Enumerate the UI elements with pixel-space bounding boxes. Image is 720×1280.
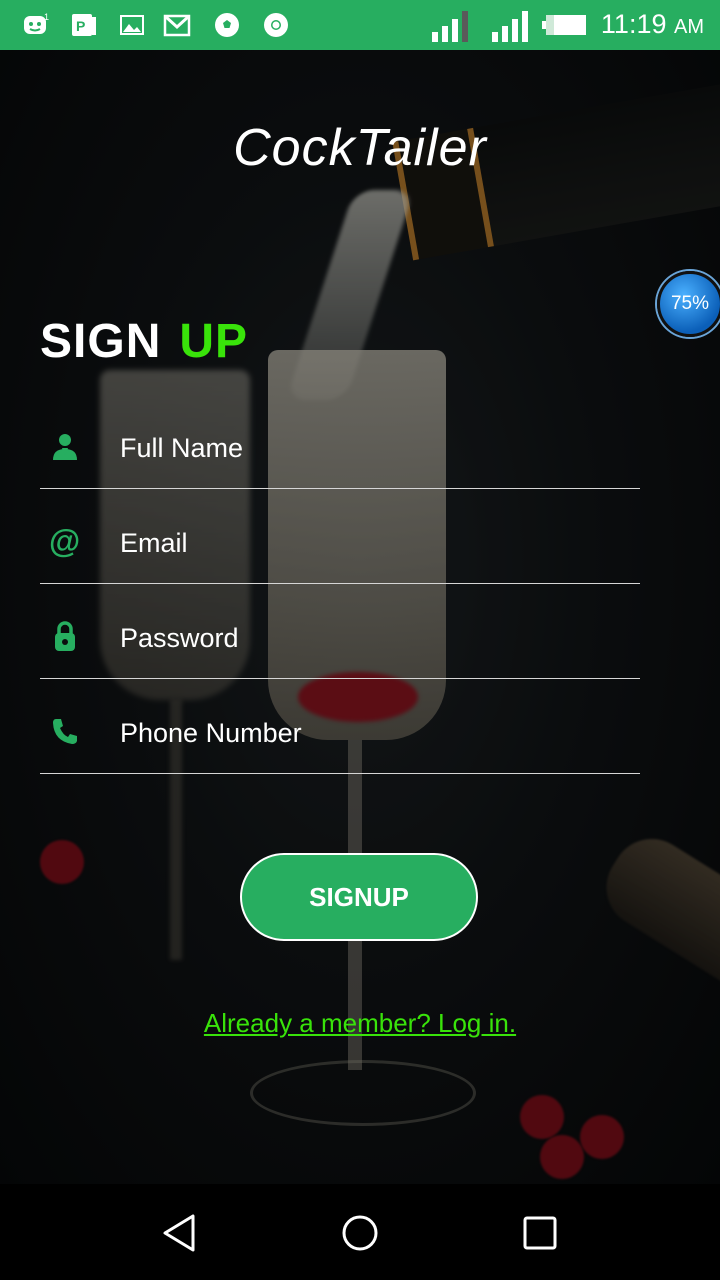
back-icon[interactable] (159, 1212, 201, 1254)
status-time: 11:19 AM (600, 9, 704, 39)
pdf-icon: P (72, 14, 96, 36)
gallery-icon (120, 15, 144, 35)
email-field[interactable]: @ Email (40, 488, 640, 584)
battery-icon (542, 15, 586, 35)
app-title: CockTailer (233, 119, 487, 177)
soccer-icon (215, 13, 239, 37)
full-name-placeholder: Full Name (120, 433, 244, 463)
navigation-bar (0, 1184, 720, 1280)
login-link[interactable]: Already a member? Log in. (0, 1008, 720, 1039)
lock-icon (55, 621, 75, 651)
recents-icon[interactable] (519, 1212, 561, 1254)
svg-text:P: P (76, 18, 85, 34)
chrome-icon (264, 13, 288, 37)
password-placeholder: Password (120, 623, 239, 653)
full-name-field[interactable]: Full Name (40, 393, 640, 489)
svg-text:@: @ (49, 524, 80, 558)
at-icon: @ (49, 524, 80, 558)
signup-button[interactable]: SIGNUP (240, 853, 478, 941)
person-icon (53, 434, 77, 460)
phone-number-placeholder: Phone Number (120, 718, 302, 748)
page-heading: SIGN UP (40, 315, 249, 368)
battery-overlay-bubble[interactable]: 75% (657, 271, 720, 337)
home-icon[interactable] (339, 1212, 381, 1254)
phone-icon (53, 719, 77, 744)
password-field[interactable]: Password (40, 583, 640, 679)
gmail-icon (163, 14, 191, 37)
status-bar: 1 P 11:19 AM (0, 0, 720, 50)
phone-number-field[interactable]: Phone Number (40, 678, 640, 774)
messenger-icon: 1 (24, 12, 49, 34)
svg-text:1: 1 (44, 12, 49, 22)
email-placeholder: Email (120, 528, 188, 558)
signal-icon (432, 11, 468, 42)
signal-icon (492, 11, 528, 42)
